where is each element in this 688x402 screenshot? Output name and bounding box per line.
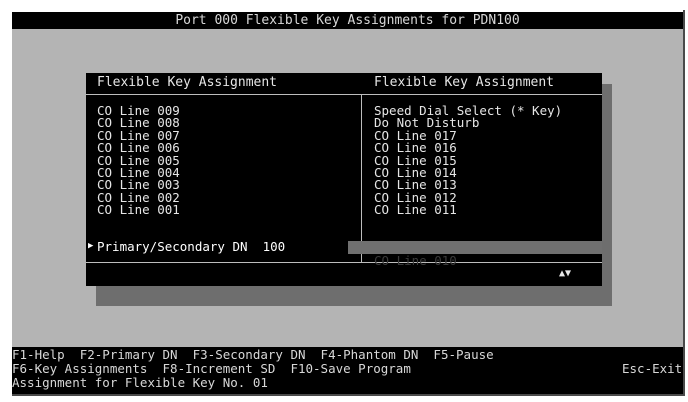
list-item[interactable]: CO Line 001 [97,203,180,216]
right-column-header: Flexible Key Assignment [374,75,555,90]
right-assignment-list: Speed Dial Select (* Key) Do Not Disturb… [374,104,562,217]
esc-exit-key[interactable]: Esc-Exit [622,362,682,376]
function-keys-row-1[interactable]: F1-Help F2-Primary DN F3-Secondary DN F4… [12,348,494,362]
selection-arrow-icon: ▶ [88,241,94,251]
left-selected-item[interactable]: ▶ Primary/Secondary DN 100 [86,240,346,253]
highlighted-item-label: CO Line 010 [374,253,457,268]
function-keys-row-2[interactable]: F6-Key Assignments F8-Increment SD F10-S… [12,362,411,376]
window-title: Port 000 Flexible Key Assignments for PD… [12,12,683,29]
footer-divider [86,262,602,263]
terminal-screen: Port 000 Flexible Key Assignments for PD… [0,0,688,402]
left-column-header: Flexible Key Assignment [97,75,278,90]
status-line: Assignment for Flexible Key No. 01 [12,375,268,390]
selected-item-label: Primary/Secondary DN 100 [97,239,286,254]
column-divider [361,95,362,262]
window-frame-bottom [12,394,685,396]
scroll-arrows-icon[interactable]: ▲▼ [559,268,571,280]
window-frame-right [683,10,685,394]
left-assignment-list: CO Line 009 CO Line 008 CO Line 007 CO L… [97,104,180,217]
list-item[interactable]: CO Line 011 [374,203,562,216]
header-divider [86,94,602,95]
right-highlighted-item[interactable]: CO Line 010 [348,241,602,267]
